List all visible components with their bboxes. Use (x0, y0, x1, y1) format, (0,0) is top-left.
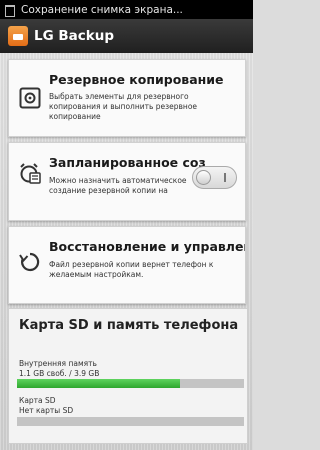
backup-disk-icon (19, 87, 41, 109)
screenshot-icon (4, 4, 16, 17)
sd-card-label: Карта SD (19, 396, 56, 405)
restore-description: Файл резервной копии вернет телефон к же… (49, 260, 214, 279)
backup-title: Резервное копирование (49, 72, 224, 87)
restore-title: Восстановление и управление с (49, 239, 245, 254)
internal-memory-bar (17, 379, 244, 388)
restore-card[interactable]: Восстановление и управление с Файл резер… (8, 226, 246, 304)
sd-card-bar (17, 417, 244, 426)
app-title-bar: LG Backup (0, 19, 253, 53)
storage-panel: Карта SD и память телефона Внутренняя па… (8, 308, 248, 444)
storage-title: Карта SD и память телефона (19, 318, 239, 333)
status-bar: Сохранение снимка экрана... (0, 0, 253, 19)
internal-memory-label: Внутренняя память (19, 359, 97, 368)
backup-card[interactable]: Резервное копирование Выбрать элементы д… (8, 59, 246, 137)
app-title: LG Backup (34, 28, 115, 44)
sd-card-value: Нет карты SD (19, 406, 74, 415)
scheduled-backup-card[interactable]: Запланированное соз Можно назначить авто… (8, 142, 246, 221)
status-notification-text: Сохранение снимка экрана... (21, 3, 183, 16)
toggle-on-indicator (224, 173, 226, 182)
internal-memory-bar-fill (17, 379, 181, 388)
internal-memory-value: 1.1 GB своб. / 3.9 GB (19, 369, 100, 378)
backup-description: Выбрать элементы для резервного копирова… (49, 92, 198, 121)
scheduled-backup-toggle[interactable] (192, 166, 237, 189)
toggle-knob (196, 170, 211, 185)
restore-arrow-icon (19, 252, 40, 272)
lg-backup-app-icon[interactable] (8, 26, 28, 46)
alarm-clock-icon (20, 163, 41, 184)
scheduled-description: Можно назначить автоматическое создание … (49, 176, 187, 195)
